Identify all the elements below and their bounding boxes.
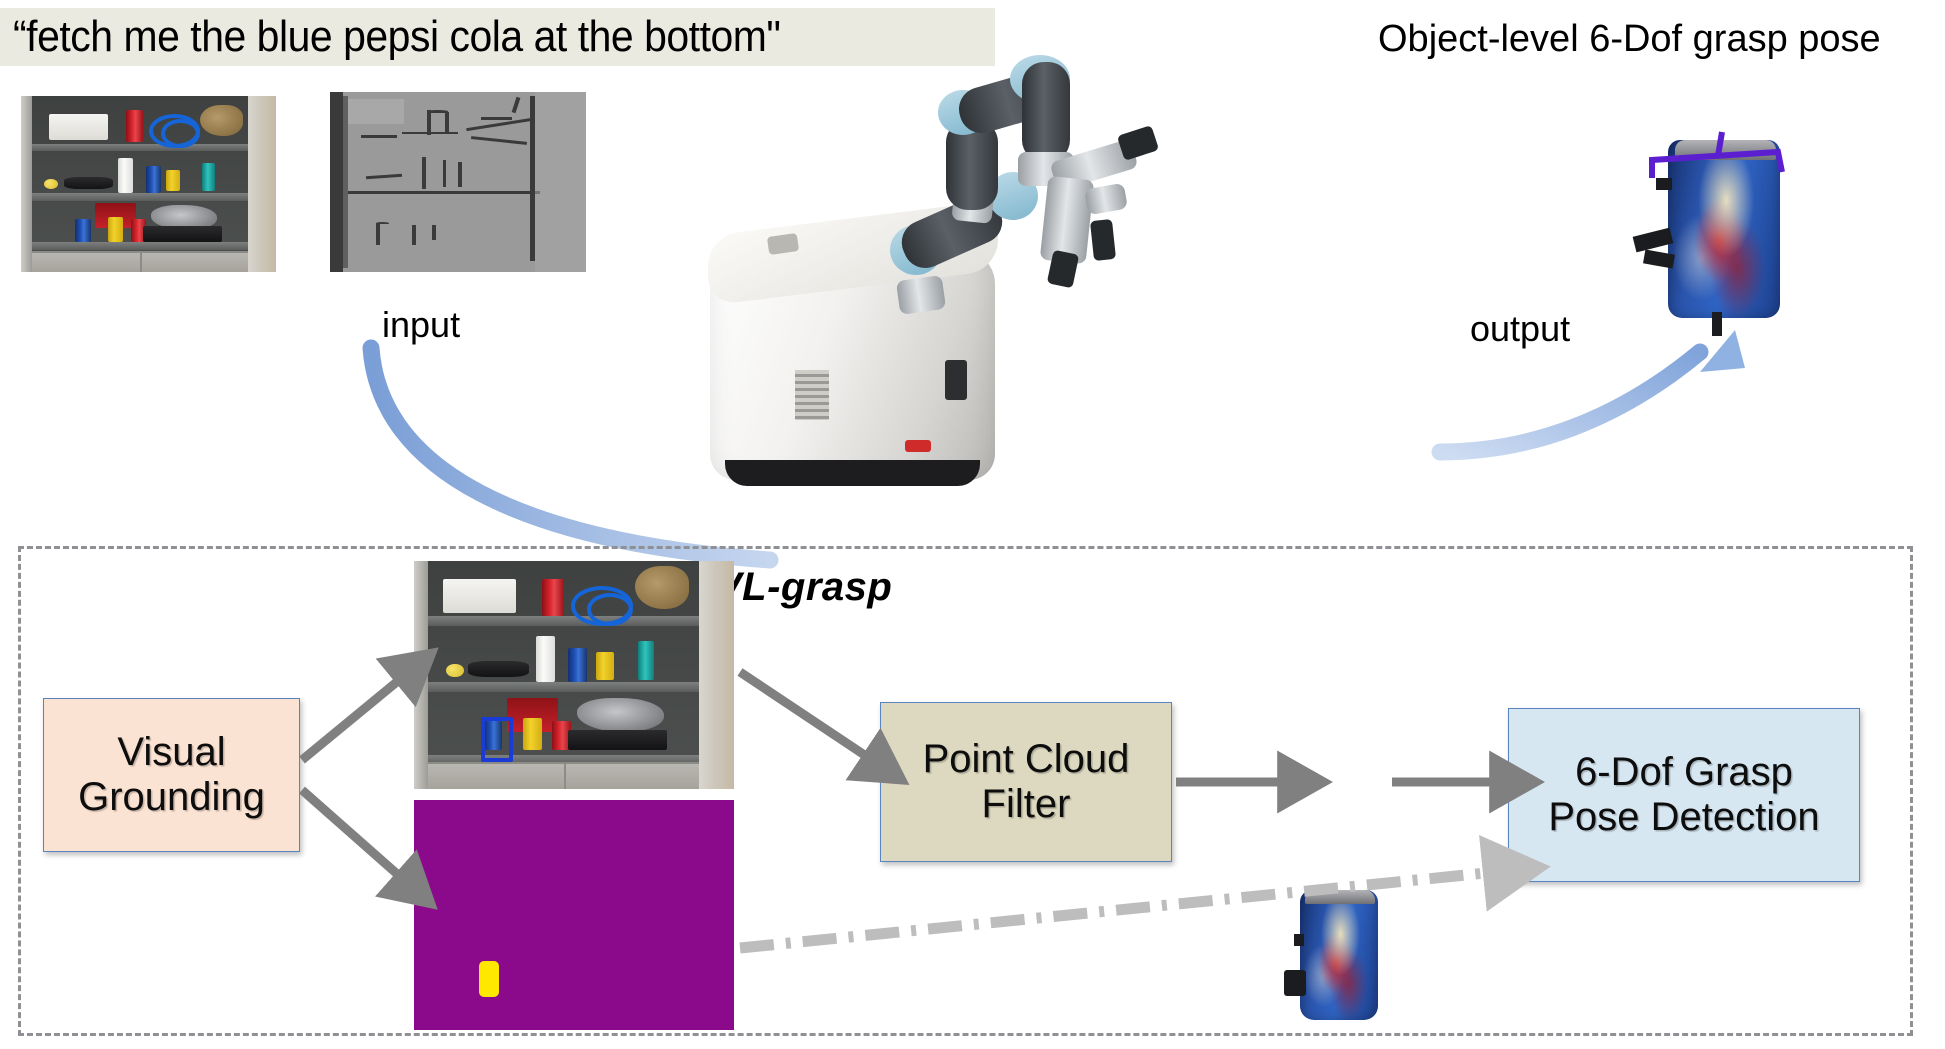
target-bounding-box (481, 717, 514, 762)
segmentation-mask (414, 800, 734, 1030)
vlgrasp-title: VL-grasp (715, 565, 893, 609)
output-title-label: Object-level 6-Dof grasp pose (1378, 18, 1881, 60)
block-grasp-detection-line1: 6-Dof Grasp (1575, 750, 1793, 795)
block-visual-grounding[interactable]: Visual Grounding (43, 698, 300, 852)
block-visual-grounding-line1: Visual (117, 730, 226, 775)
shelf-depth-map (330, 92, 586, 272)
instruction-text: “fetch me the blue pepsi cola at the bot… (13, 12, 781, 61)
block-visual-grounding-line2: Grounding (78, 775, 265, 819)
grounded-shelf-photo (414, 561, 734, 789)
block-grasp-detection[interactable]: 6-Dof Grasp Pose Detection (1508, 708, 1860, 882)
shelf-rgb-photo (21, 96, 276, 272)
filtered-object-pointcloud (1284, 890, 1378, 1020)
block-grasp-detection-line2: Pose Detection (1548, 795, 1820, 839)
output-label: output (1470, 308, 1571, 349)
mobile-manipulator-robot (700, 40, 1180, 520)
mask-target-region (479, 961, 499, 997)
grasp-pose-pointcloud (1632, 140, 1780, 336)
output-arrow (1431, 343, 1709, 461)
block-point-cloud-filter[interactable]: Point Cloud Filter (880, 702, 1172, 862)
block-point-cloud-filter-line1: Point Cloud (922, 737, 1130, 782)
block-point-cloud-filter-line2: Filter (981, 782, 1071, 826)
output-arrow-head (1700, 330, 1745, 372)
input-label: input (382, 304, 461, 345)
